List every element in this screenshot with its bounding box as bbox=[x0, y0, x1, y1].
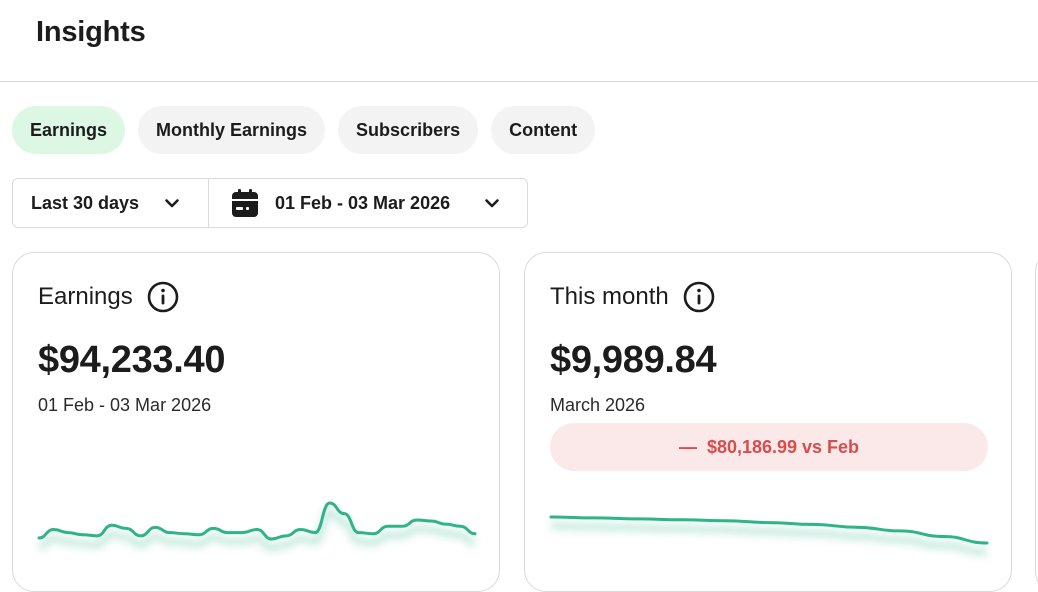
tab-subscribers[interactable]: Subscribers bbox=[338, 106, 479, 154]
earnings-amount: $94,233.40 bbox=[38, 339, 226, 381]
page-header: Insights bbox=[0, 0, 1038, 82]
chevron-down-icon bbox=[485, 199, 499, 208]
this-month-card: This month $9,989.84 March 2026 — $80,18… bbox=[524, 252, 1012, 592]
this-month-card-header: This month bbox=[550, 281, 715, 313]
tab-earnings[interactable]: Earnings bbox=[12, 106, 126, 154]
info-icon[interactable] bbox=[147, 281, 179, 313]
date-filter-bar: Last 30 days 01 Feb - 03 Mar 2026 bbox=[12, 178, 528, 228]
info-icon[interactable] bbox=[683, 281, 715, 313]
date-range-label: 01 Feb - 03 Mar 2026 bbox=[275, 192, 451, 213]
date-range-dropdown[interactable]: 01 Feb - 03 Mar 2026 bbox=[209, 179, 527, 227]
sparkline-shadow bbox=[550, 522, 988, 556]
tab-content[interactable]: Content bbox=[491, 106, 596, 154]
minus-icon: — bbox=[678, 436, 697, 457]
earnings-period: 01 Feb - 03 Mar 2026 bbox=[38, 395, 212, 415]
earnings-card: Earnings $94,233.40 01 Feb - 03 Mar 2026 bbox=[12, 252, 500, 592]
card-title: This month bbox=[550, 283, 669, 310]
delta-text: $80,186.99 vs Feb bbox=[706, 436, 860, 457]
tab-monthly-earnings[interactable]: Monthly Earnings bbox=[138, 106, 326, 154]
calendar-icon bbox=[232, 189, 258, 217]
range-dropdown[interactable]: Last 30 days bbox=[13, 179, 209, 227]
earnings-card-header: Earnings bbox=[38, 281, 179, 313]
card-title: Earnings bbox=[38, 283, 133, 310]
page-title: Insights bbox=[36, 16, 146, 48]
this-month-amount: $9,989.84 bbox=[550, 339, 717, 381]
earnings-sparkline bbox=[37, 501, 477, 552]
change-vs-previous-month-badge: — $80,186.99 vs Feb bbox=[550, 423, 988, 471]
chevron-down-icon bbox=[165, 199, 179, 208]
this-month-sparkline bbox=[549, 515, 989, 556]
this-month-period: March 2026 bbox=[550, 395, 646, 415]
range-label: Last 30 days bbox=[31, 192, 140, 213]
insights-tabs: Earnings Monthly Earnings Subscribers Co… bbox=[12, 106, 596, 154]
